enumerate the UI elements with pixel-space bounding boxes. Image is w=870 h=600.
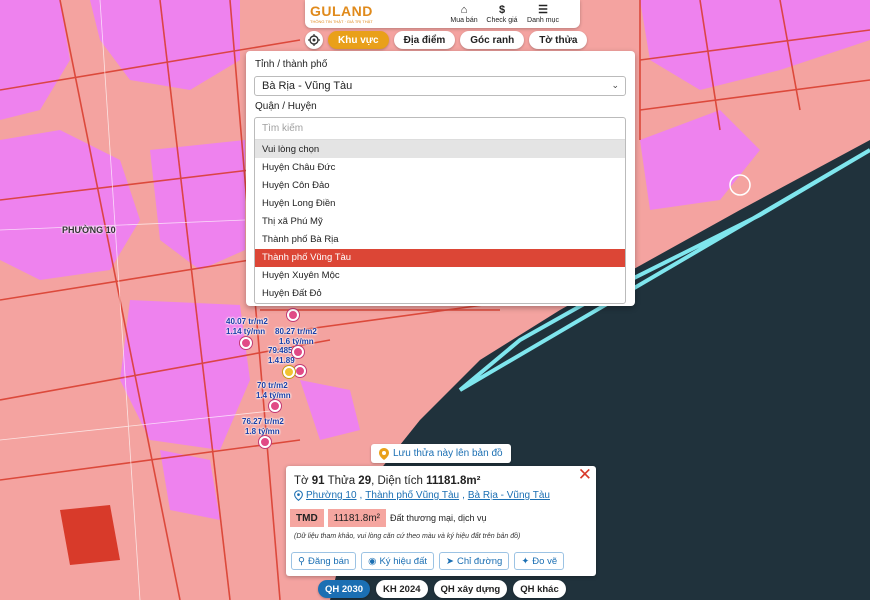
house-icon: ⌂	[460, 4, 468, 16]
plot-number: 29	[358, 475, 372, 487]
land-code-badge: TMD	[290, 509, 324, 527]
check-price-label: Check giá	[486, 17, 518, 24]
save-plot-label: Lưu thửa này lên bản đồ	[393, 448, 503, 459]
plan-layer-switcher: QH 2030 KH 2024 QH xây dựng QH khác	[318, 580, 566, 598]
crosshair-icon	[308, 34, 320, 46]
price-label: 1.6 tỷ/mn	[279, 337, 314, 346]
dollar-icon: $	[498, 4, 506, 16]
measure-label: Đo vẽ	[532, 555, 558, 567]
land-symbol-label: Ký hiệu đất	[379, 555, 428, 567]
city-link[interactable]: Thành phố Vũng Tàu	[365, 490, 459, 501]
sheet-prefix: Tờ	[294, 475, 309, 487]
district-label: Quận / Huyện	[255, 101, 317, 112]
parcel-address: Phường 10, Thành phố Vũng Tàu, Bà Rịa - …	[294, 490, 550, 501]
buy-sell-button[interactable]: ⌂ Mua bán	[445, 4, 483, 24]
measure-button[interactable]: ✦ Đo vẽ	[514, 552, 565, 570]
plot-prefix: Thửa	[327, 475, 356, 487]
search-mode-tabs: Khu vực Địa điểm Góc ranh Tờ thửa	[305, 31, 588, 49]
price-pin[interactable]	[292, 346, 304, 358]
layer-qh-2030[interactable]: QH 2030	[318, 580, 371, 598]
price-pin[interactable]	[259, 436, 271, 448]
province-value: Bà Rịa - Vũng Tàu	[262, 80, 353, 92]
save-plot-button[interactable]: Lưu thửa này lên bản đồ	[371, 444, 511, 463]
directions-label: Chỉ đường	[456, 555, 503, 567]
parcel-info-card: Tờ 91 Thửa 29, Diện tích 11181.8m² ✕ Phư…	[286, 466, 596, 576]
directions-icon: ➤	[446, 555, 454, 567]
map-pin-icon	[379, 447, 389, 460]
locate-button[interactable]	[305, 31, 323, 49]
price-label: 79.485	[268, 346, 293, 355]
logo-tagline: THÔNG TIN THẬT · GIÁ TRỊ THẬT	[310, 18, 373, 24]
tab-area[interactable]: Khu vực	[328, 31, 389, 49]
district-option-selected[interactable]: Thành phố Vũng Tàu	[255, 248, 625, 267]
price-pin[interactable]	[287, 309, 299, 321]
menu-icon: ☰	[538, 4, 548, 16]
price-label: 1.8 tỷ/mn	[245, 427, 280, 436]
land-area-badge: 11181.8m²	[327, 509, 386, 527]
area-prefix: , Diện tích	[371, 475, 423, 487]
price-label: 70 tr/m2	[257, 381, 288, 390]
palette-icon: ◉	[368, 555, 377, 567]
price-label: 1.41.89	[268, 356, 295, 365]
province-link[interactable]: Bà Rịa - Vũng Tàu	[468, 490, 550, 501]
menu-button[interactable]: ☰ Danh mục	[521, 4, 565, 24]
price-pin[interactable]	[294, 365, 306, 377]
layer-qh-construction[interactable]: QH xây dựng	[433, 580, 508, 598]
menu-label: Danh mục	[527, 17, 559, 24]
district-option[interactable]: Huyện Côn Đảo	[255, 176, 625, 194]
separator: ,	[359, 490, 363, 501]
post-sale-label: Đăng bán	[307, 555, 350, 567]
land-use-row: TMD 11181.8m² Đất thương mại, dịch vụ	[290, 509, 486, 527]
ward-link[interactable]: Phường 10	[306, 490, 357, 501]
post-sale-button[interactable]: ⚲ Đăng bán	[291, 552, 357, 570]
price-label: 1.14 tỷ/mn	[226, 327, 266, 336]
top-header: GULAND THÔNG TIN THẬT · GIÁ TRỊ THẬT ⌂ M…	[305, 0, 580, 28]
price-pin[interactable]	[240, 337, 252, 349]
parcel-title: Tờ 91 Thửa 29, Diện tích 11181.8m²	[294, 475, 480, 487]
logo[interactable]: GULAND THÔNG TIN THẬT · GIÁ TRỊ THẬT	[305, 2, 445, 25]
price-label: 76.27 tr/m2	[242, 417, 284, 426]
ward-label: PHƯỜNG 10	[62, 225, 116, 235]
parcel-actions: ⚲ Đăng bán ◉ Ký hiệu đất ➤ Chỉ đường ✦ Đ…	[291, 552, 565, 570]
layer-qh-other[interactable]: QH khác	[513, 580, 566, 598]
area-filter-panel: Tỉnh / thành phố Bà Rịa - Vũng Tàu ⌄ Quậ…	[246, 51, 635, 306]
district-dropdown: Tìm kiếm Vui lòng chọn Huyện Châu Đức Hu…	[254, 117, 626, 304]
chevron-down-icon: ⌄	[611, 80, 619, 90]
land-use-description: Đất thương mại, dịch vụ	[390, 513, 487, 523]
tab-location[interactable]: Địa điểm	[393, 31, 456, 49]
district-option[interactable]: Thị xã Phú Mỹ	[255, 212, 625, 230]
check-price-button[interactable]: $ Check giá	[483, 4, 521, 24]
buy-sell-label: Mua bán	[450, 17, 478, 24]
price-pin[interactable]	[283, 366, 295, 378]
province-label: Tỉnh / thành phố	[255, 59, 328, 70]
district-option[interactable]: Huyện Châu Đức	[255, 158, 625, 176]
location-icon	[294, 490, 303, 501]
tab-corner[interactable]: Góc ranh	[460, 31, 525, 49]
price-pin[interactable]	[269, 400, 281, 412]
price-label: 80.27 tr/m2	[275, 327, 317, 336]
price-label: 40.07 tr/m2	[226, 317, 268, 326]
separator: ,	[462, 490, 465, 501]
sheet-number: 91	[311, 475, 325, 487]
logo-text: GULAND	[310, 2, 373, 19]
district-search-input[interactable]: Tìm kiếm	[255, 118, 625, 140]
district-option[interactable]: Huyện Xuyên Mộc	[255, 267, 625, 285]
district-option[interactable]: Vui lòng chọn	[255, 140, 625, 159]
price-label: 1.4 tỷ/mn	[256, 391, 291, 400]
province-select[interactable]: Bà Rịa - Vũng Tàu ⌄	[254, 76, 626, 96]
district-option[interactable]: Huyện Đất Đỏ	[255, 285, 625, 303]
ruler-icon: ✦	[521, 555, 530, 567]
close-button[interactable]: ✕	[578, 466, 592, 483]
land-symbol-button[interactable]: ◉ Ký hiệu đất	[361, 552, 435, 570]
directions-button[interactable]: ➤ Chỉ đường	[439, 552, 510, 570]
pin-plus-icon: ⚲	[298, 555, 305, 567]
district-option[interactable]: Thành phố Bà Rịa	[255, 230, 625, 248]
layer-kh-2024[interactable]: KH 2024	[376, 580, 428, 598]
disclaimer-note: (Dữ liệu tham khảo, vui lòng căn cứ theo…	[294, 533, 521, 540]
district-option[interactable]: Huyện Long Điền	[255, 194, 625, 212]
tab-sheet-plot[interactable]: Tờ thửa	[529, 31, 588, 49]
parcel-area: 11181.8m²	[426, 475, 481, 487]
